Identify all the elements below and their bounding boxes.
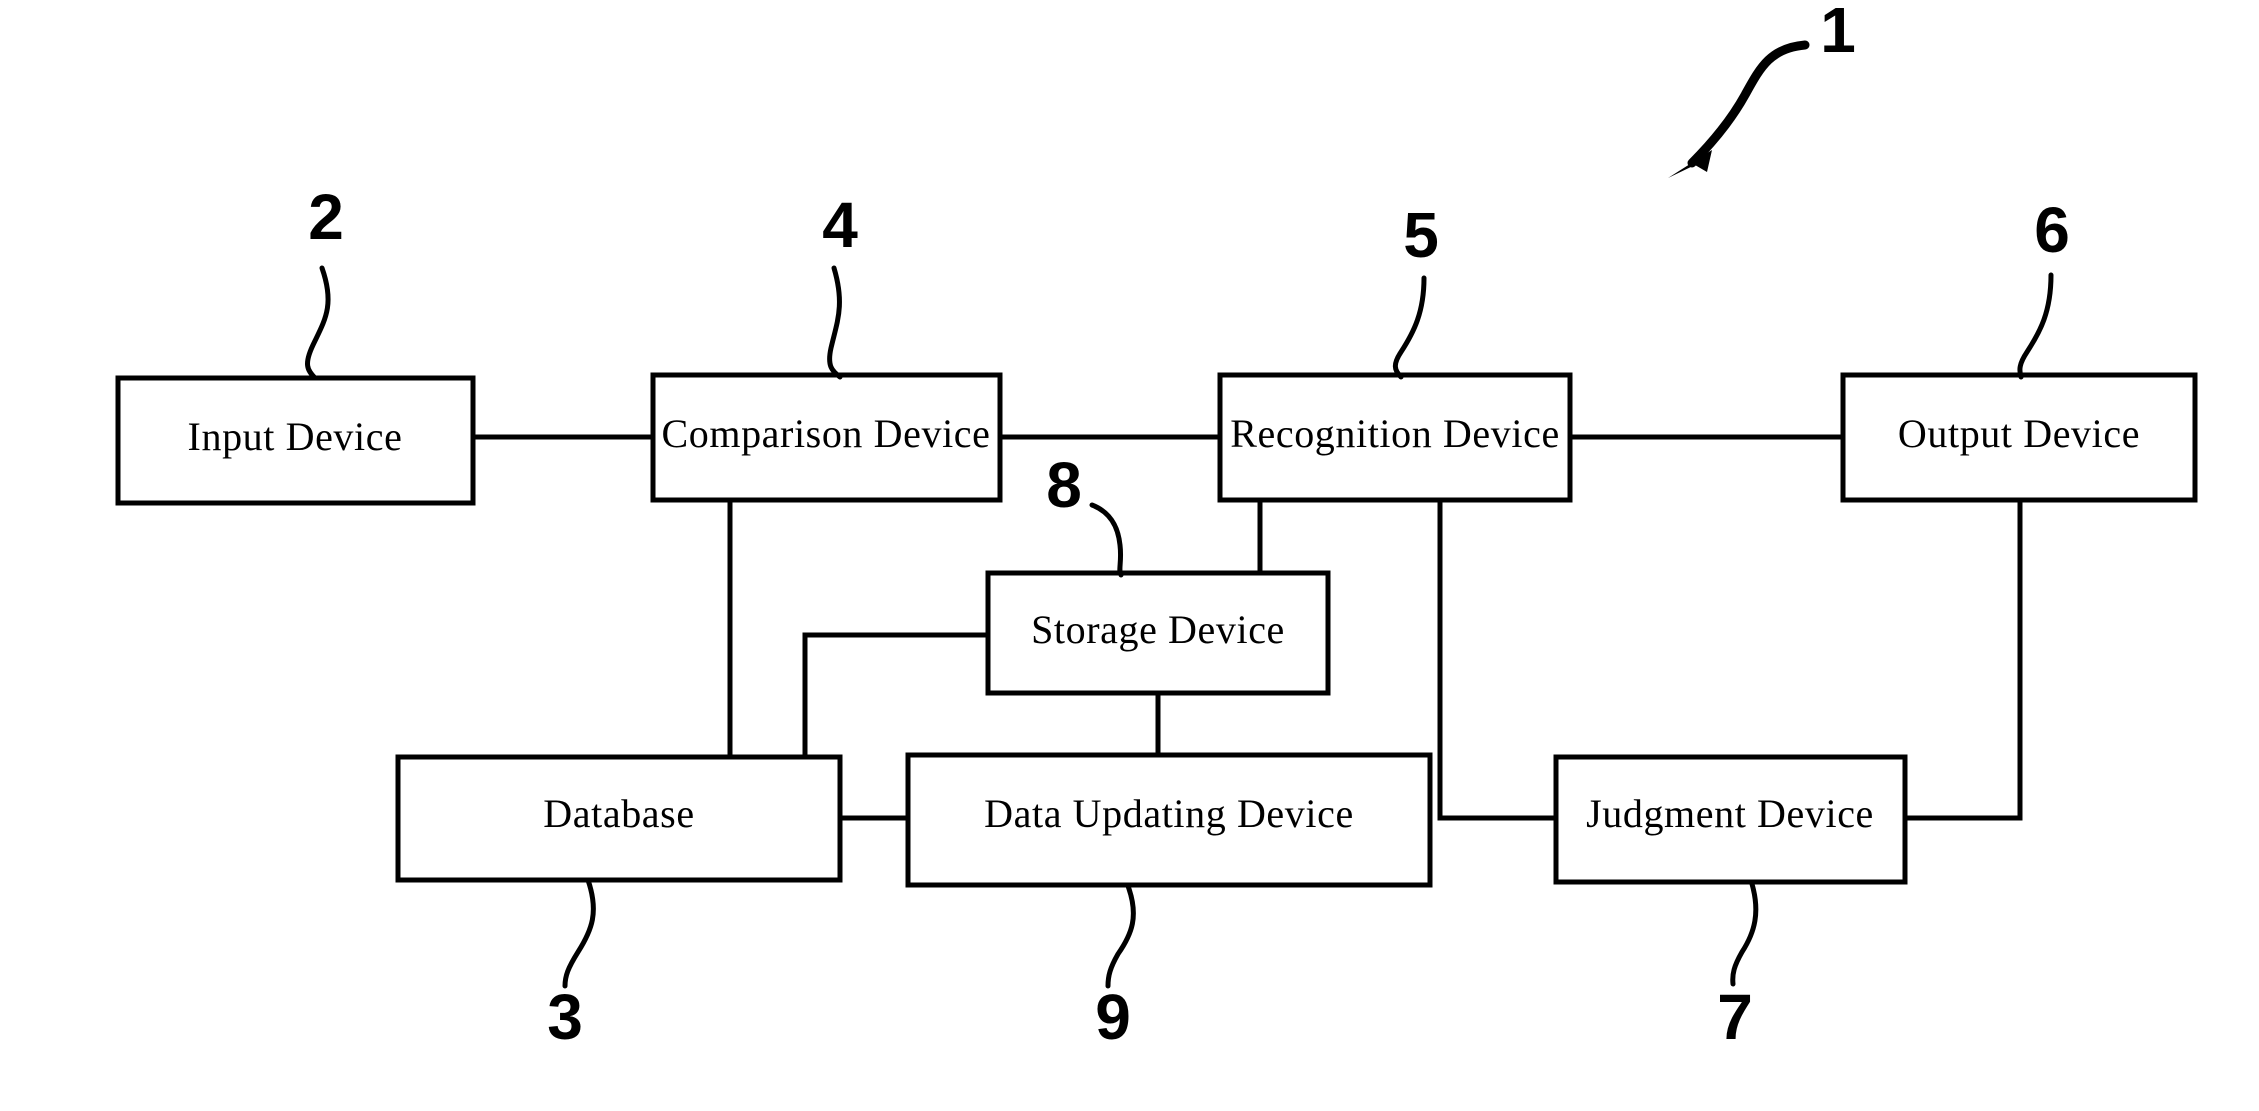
leader-line-5 <box>1392 275 1427 380</box>
reference-numeral-5: 5 <box>1403 199 1439 271</box>
connector-storage-to-database <box>802 632 991 760</box>
reference-numeral-1: 1 <box>1820 0 1856 66</box>
block-recognition-device[interactable]: Recognition Device <box>1217 372 1573 503</box>
leader-line-7 <box>1730 881 1759 987</box>
data-updating-device-label: Data Updating Device <box>984 791 1354 836</box>
block-diagram: Input Device Comparison Device Recogniti… <box>115 0 2198 1053</box>
reference-callout-5: 5 <box>1392 199 1439 380</box>
storage-device-label: Storage Device <box>1031 607 1285 652</box>
reference-callout-9: 9 <box>1095 883 1136 1053</box>
reference-numeral-4: 4 <box>822 189 858 261</box>
connector-recognition-to-judgment <box>1437 497 1559 821</box>
reference-numeral-3: 3 <box>547 981 583 1053</box>
leader-line-3 <box>562 877 596 989</box>
reference-callout-8: 8 <box>1046 449 1124 578</box>
reference-callout-7: 7 <box>1717 881 1759 1053</box>
judgment-device-label: Judgment Device <box>1586 791 1874 836</box>
connector-judgment-to-output <box>1902 497 2023 821</box>
database-label: Database <box>543 791 694 836</box>
block-data-updating-device[interactable]: Data Updating Device <box>905 752 1433 888</box>
block-output-device[interactable]: Output Device <box>1840 372 2198 503</box>
reference-numeral-9: 9 <box>1095 981 1131 1053</box>
block-storage-device[interactable]: Storage Device <box>985 570 1331 696</box>
reference-callout-3: 3 <box>547 877 596 1053</box>
reference-numeral-2: 2 <box>308 181 344 253</box>
reference-numeral-6: 6 <box>2034 194 2070 266</box>
reference-callout-2: 2 <box>305 181 344 381</box>
output-device-label: Output Device <box>1898 411 2140 456</box>
leader-line-1 <box>1687 40 1810 168</box>
block-comparison-device[interactable]: Comparison Device <box>650 372 1003 503</box>
leader-line-8 <box>1089 502 1124 578</box>
reference-callout-4: 4 <box>822 189 858 380</box>
leader-line-6 <box>2017 272 2054 380</box>
reference-callout-6: 6 <box>2017 194 2070 380</box>
recognition-device-label: Recognition Device <box>1230 411 1560 456</box>
leader-arrowhead-1 <box>1668 150 1712 178</box>
block-database[interactable]: Database <box>395 754 843 883</box>
reference-callout-1: 1 <box>1668 0 1856 178</box>
leader-line-4 <box>827 265 843 380</box>
reference-numeral-8: 8 <box>1046 449 1082 521</box>
block-judgment-device[interactable]: Judgment Device <box>1553 754 1908 885</box>
leader-line-9 <box>1105 883 1136 989</box>
block-input-device[interactable]: Input Device <box>115 375 476 506</box>
input-device-label: Input Device <box>188 414 403 459</box>
comparison-device-label: Comparison Device <box>661 411 990 456</box>
reference-numeral-7: 7 <box>1717 981 1753 1053</box>
leader-line-2 <box>305 265 331 381</box>
figure-canvas: Input Device Comparison Device Recogniti… <box>0 0 2259 1111</box>
